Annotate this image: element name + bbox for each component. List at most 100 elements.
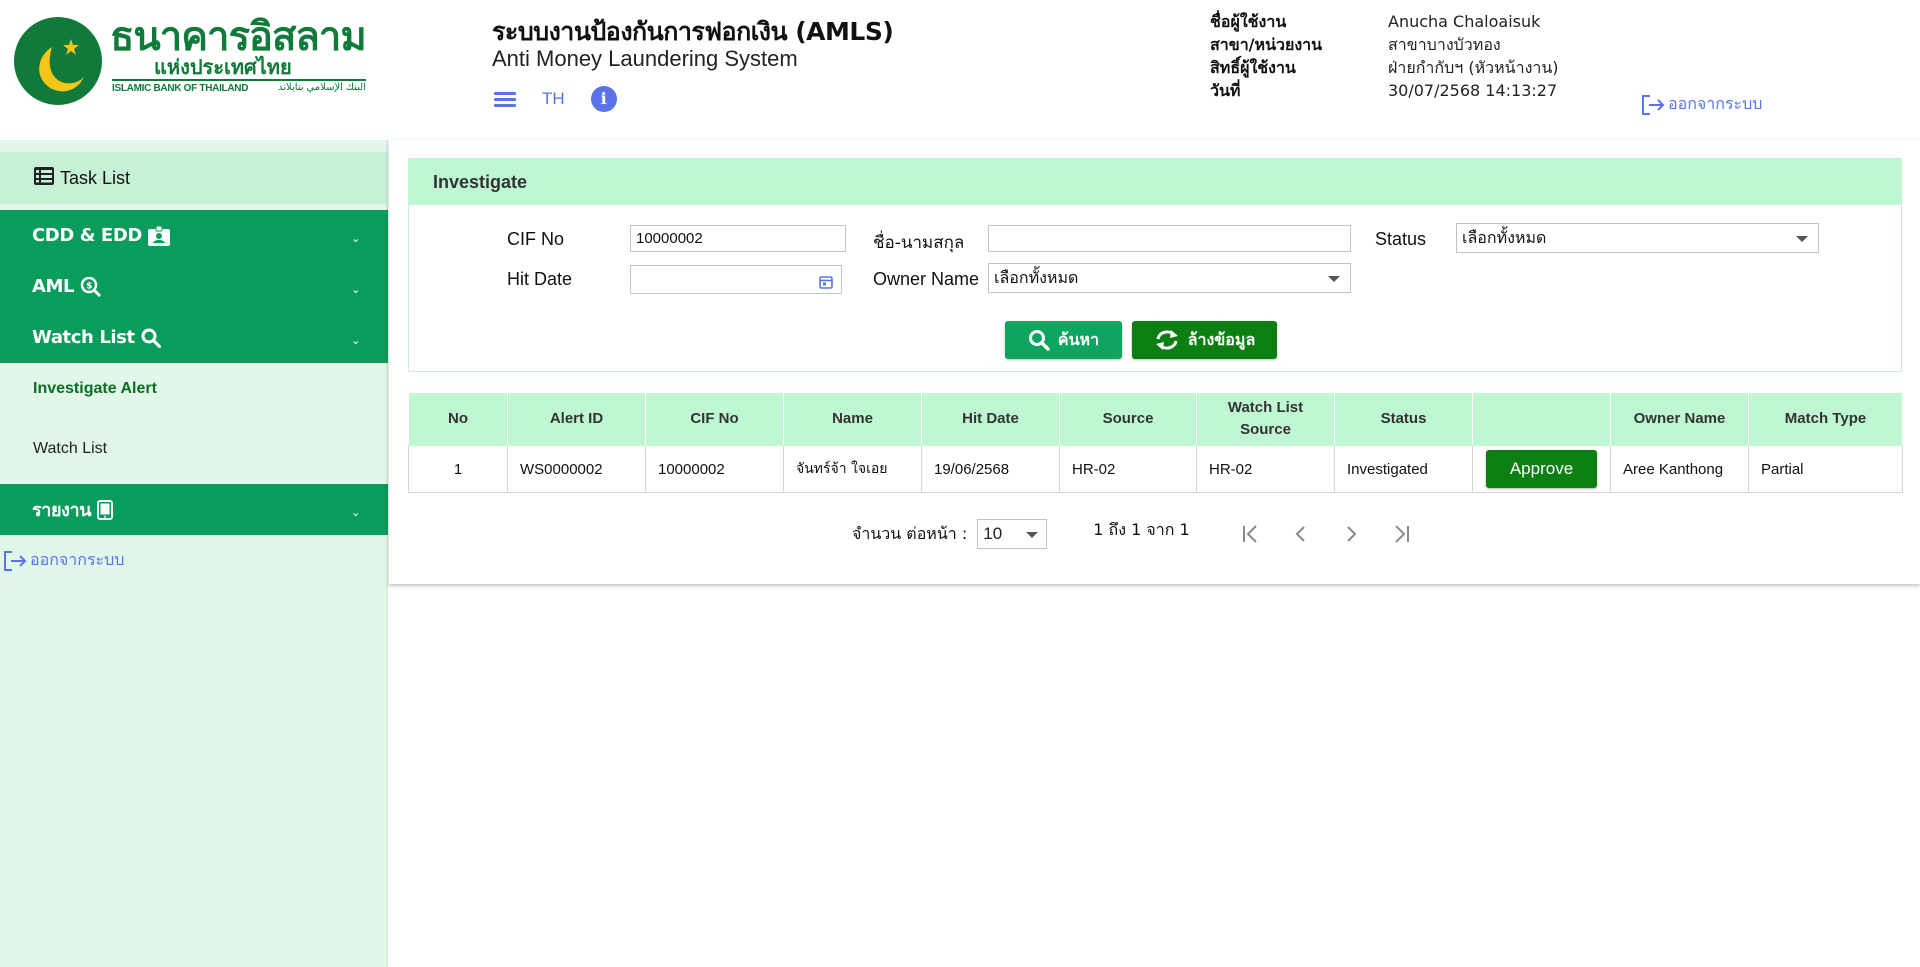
dropdown-arrow-icon xyxy=(1026,532,1039,538)
sidebar-item-watch-list[interactable]: Watch List xyxy=(0,440,388,458)
hit-date-label: Hit Date xyxy=(507,269,573,289)
role-label: สิทธิ์ผู้ใช้งาน xyxy=(1210,58,1296,77)
column-header: CIF No xyxy=(645,392,784,446)
logo-thai-subtext: แห่งประเทศไทย xyxy=(154,55,292,79)
pagination: จำนวน ต่อหน้า : 10 1 ถึง 1 จาก 1 xyxy=(852,505,1442,563)
column-header-label: Watch List Source xyxy=(1227,399,1304,438)
cell-no: 1 xyxy=(408,445,508,493)
column-header: Match Type xyxy=(1748,392,1903,446)
sidebar-group-report-block: รายงาน ⌄ xyxy=(0,484,388,535)
tablet-icon xyxy=(97,499,114,520)
sidebar-group-aml[interactable]: AML $ ⌄ xyxy=(0,261,388,312)
search-button[interactable]: ค้นหา xyxy=(1005,321,1122,359)
logo-english-text: ISLAMIC BANK OF THAILAND xyxy=(112,83,249,94)
status-select[interactable]: เลือกทั้งหมด xyxy=(1456,223,1819,253)
search-button-label: ค้นหา xyxy=(1057,329,1100,349)
logout-link[interactable]: ออกจากระบบ xyxy=(1640,92,1762,117)
header-toolbar: TH i xyxy=(492,86,617,112)
column-header: Hit Date xyxy=(921,392,1060,446)
main-content: Investigate CIF No ชื่อ-นามสกุล Status เ… xyxy=(389,140,1920,584)
status-selected-value: เลือกทั้งหมด xyxy=(1462,228,1547,247)
fullname-input[interactable] xyxy=(988,225,1351,252)
chevron-down-icon: ⌄ xyxy=(351,334,360,347)
sidebar-item-task-list[interactable]: Task List xyxy=(0,150,388,204)
logo-thai-text: ธนาคารอิสลาม xyxy=(110,14,367,60)
id-badge-icon xyxy=(147,225,170,246)
cell-watch-list-source: HR-02 xyxy=(1196,445,1335,493)
branch-label: สาขา/หน่วยงาน xyxy=(1210,35,1323,54)
fullname-label: ชื่อ-นามสกุล xyxy=(873,233,965,253)
alert-table: No Alert ID CIF No Name Hit Date Source … xyxy=(408,392,1903,493)
per-page-value: 10 xyxy=(983,524,1003,543)
page-navigation xyxy=(1238,521,1438,547)
chevron-down-icon: ⌄ xyxy=(351,232,360,245)
calendar-icon[interactable] xyxy=(819,272,833,297)
column-header: No xyxy=(408,392,508,446)
cell-status: Investigated xyxy=(1334,445,1473,493)
cif-input[interactable] xyxy=(630,225,846,252)
username-label: ชื่อผู้ใช้งาน xyxy=(1210,12,1287,31)
status-label: Status xyxy=(1375,229,1427,249)
system-subtitle: Anti Money Laundering System xyxy=(492,46,798,71)
svg-text:$: $ xyxy=(86,281,92,291)
hit-date-input[interactable] xyxy=(630,265,842,294)
owner-selected-value: เลือกทั้งหมด xyxy=(994,268,1079,287)
owner-select[interactable]: เลือกทั้งหมด xyxy=(988,263,1351,293)
username-value: Anucha Chaloaisuk xyxy=(1388,12,1541,31)
column-header xyxy=(1472,392,1611,446)
clear-button[interactable]: ล้างข้อมูล xyxy=(1132,321,1277,359)
dropdown-arrow-icon xyxy=(1796,236,1808,242)
column-header: Watch List Source xyxy=(1196,392,1335,446)
table-row: 1 WS0000002 10000002 จันทร์จ้า ใจเอย 19/… xyxy=(408,445,1903,493)
per-page-select[interactable]: 10 xyxy=(977,519,1048,549)
previous-page-icon[interactable] xyxy=(1288,521,1314,547)
refresh-icon xyxy=(1154,329,1180,351)
last-page-icon[interactable] xyxy=(1388,521,1414,547)
per-page-label: จำนวน ต่อหน้า : xyxy=(852,523,968,543)
logout-label: ออกจากระบบ xyxy=(30,550,125,569)
money-search-icon: $ xyxy=(80,276,102,297)
list-icon xyxy=(34,166,54,190)
owner-label: Owner Name xyxy=(873,269,980,289)
sidebar-group-watch-list[interactable]: Watch List ⌄ xyxy=(0,312,388,363)
cell-match-type: Partial xyxy=(1748,445,1903,493)
column-header: Name xyxy=(783,392,922,446)
sidebar-group-label: CDD & EDD xyxy=(32,225,142,246)
chevron-down-icon: ⌄ xyxy=(351,283,360,296)
crescent-logo-icon xyxy=(14,17,102,105)
sidebar-item-investigate-alert[interactable]: Investigate Alert xyxy=(0,380,388,398)
date-label: วันที่ xyxy=(1210,81,1241,100)
cif-label: CIF No xyxy=(507,229,565,249)
cell-alert-id: WS0000002 xyxy=(507,445,646,493)
clear-button-label: ล้างข้อมูล xyxy=(1187,329,1256,349)
date-value: 30/07/2568 14:13:27 xyxy=(1388,81,1558,100)
language-toggle[interactable]: TH xyxy=(542,89,565,109)
table-header-row: No Alert ID CIF No Name Hit Date Source … xyxy=(408,392,1903,446)
first-page-icon[interactable] xyxy=(1238,521,1264,547)
bank-logo: ธนาคารอิสลาม แห่งประเทศไทย ISLAMIC BANK … xyxy=(14,14,367,105)
sidebar-group-report[interactable]: รายงาน ⌄ xyxy=(0,484,388,535)
next-page-icon[interactable] xyxy=(1338,521,1364,547)
page-range-text: 1 ถึง 1 จาก 1 xyxy=(1093,519,1190,539)
logout-label: ออกจากระบบ xyxy=(1668,94,1763,113)
cell-source: HR-02 xyxy=(1059,445,1197,493)
sidebar-group-cdd-edd[interactable]: CDD & EDD ⌄ xyxy=(0,210,388,261)
logo-divider xyxy=(112,79,366,81)
search-panel: Investigate CIF No ชื่อ-นามสกุล Status เ… xyxy=(408,158,1902,372)
approve-button[interactable]: Approve xyxy=(1486,450,1597,488)
sidebar-item-label: Task List xyxy=(60,167,131,188)
dropdown-arrow-icon xyxy=(1328,276,1340,282)
menu-icon[interactable] xyxy=(492,86,518,112)
role-value: ฝ่ายกำกับฯ (หัวหน้างาน) xyxy=(1388,58,1559,77)
sidebar-group-label: รายงาน xyxy=(32,500,92,521)
search-icon xyxy=(141,328,161,348)
user-info-panel: ชื่อผู้ใช้งาน Anucha Chaloaisuk สาขา/หน่ว… xyxy=(1210,10,1559,102)
sidebar-group-block: CDD & EDD ⌄ AML $ ⌄ Watch List ⌄ xyxy=(0,210,388,363)
logout-icon xyxy=(1640,93,1666,117)
cell-cif-no: 10000002 xyxy=(645,445,784,493)
sidebar-logout-link[interactable]: ออกจากระบบ xyxy=(2,548,124,573)
column-header: Owner Name xyxy=(1610,392,1749,446)
column-header: Status xyxy=(1334,392,1473,446)
info-icon[interactable]: i xyxy=(590,86,617,112)
cell-hit-date: 19/06/2568 xyxy=(921,445,1060,493)
